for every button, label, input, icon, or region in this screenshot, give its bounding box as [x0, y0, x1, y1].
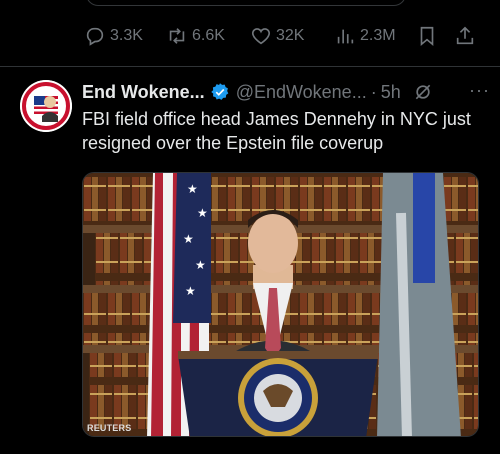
podium: [178, 351, 378, 436]
post-text: FBI field office head James Dennehy in N…: [82, 109, 471, 153]
press-conference-photo: ★ ★ ★ ★ ★: [83, 173, 478, 436]
view-count: 2.3M: [360, 27, 396, 44]
retweet-icon: [169, 28, 185, 44]
avatar[interactable]: [20, 80, 72, 132]
svg-text:★: ★: [185, 284, 196, 298]
share-icon: [456, 26, 474, 45]
heart-icon: [251, 28, 271, 45]
svg-text:★: ★: [197, 206, 208, 220]
reply-count: 3.3K: [110, 27, 143, 44]
bookmark-button[interactable]: [416, 25, 438, 47]
previous-post-action-bar: 3.3K 6.6K 32K 2.3M: [84, 24, 484, 48]
retweet-button[interactable]: 6.6K: [166, 25, 225, 47]
post-media[interactable]: ★ ★ ★ ★ ★ REUTERS: [82, 172, 479, 437]
post-header: End Wokene... @EndWokene... · 5h ···: [82, 80, 492, 104]
reply-button[interactable]: 3.3K: [84, 25, 143, 47]
handle[interactable]: @EndWokene...: [236, 82, 367, 103]
post-divider: [0, 66, 500, 67]
svg-text:★: ★: [195, 258, 206, 272]
reply-icon: [86, 27, 104, 46]
avatar-badge-image: [20, 80, 72, 132]
svg-text:★: ★: [183, 232, 194, 246]
photo-credit: REUTERS: [87, 423, 132, 433]
svg-text:★: ★: [187, 182, 198, 196]
views-button[interactable]: 2.3M: [334, 25, 396, 47]
share-button[interactable]: [454, 25, 476, 47]
display-name[interactable]: End Wokene...: [82, 82, 205, 103]
separator-dot: ·: [370, 81, 377, 102]
like-count: 32K: [276, 27, 305, 44]
previous-media-edge: [86, 0, 406, 6]
bookmark-icon: [420, 26, 434, 47]
verified-badge-icon: [210, 83, 229, 100]
retweet-count: 6.6K: [192, 27, 225, 44]
post-time[interactable]: 5h: [381, 82, 401, 103]
like-button[interactable]: 32K: [250, 25, 304, 47]
more-options-button[interactable]: ···: [469, 80, 490, 101]
views-icon: [337, 29, 354, 44]
grok-icon[interactable]: [413, 82, 433, 102]
